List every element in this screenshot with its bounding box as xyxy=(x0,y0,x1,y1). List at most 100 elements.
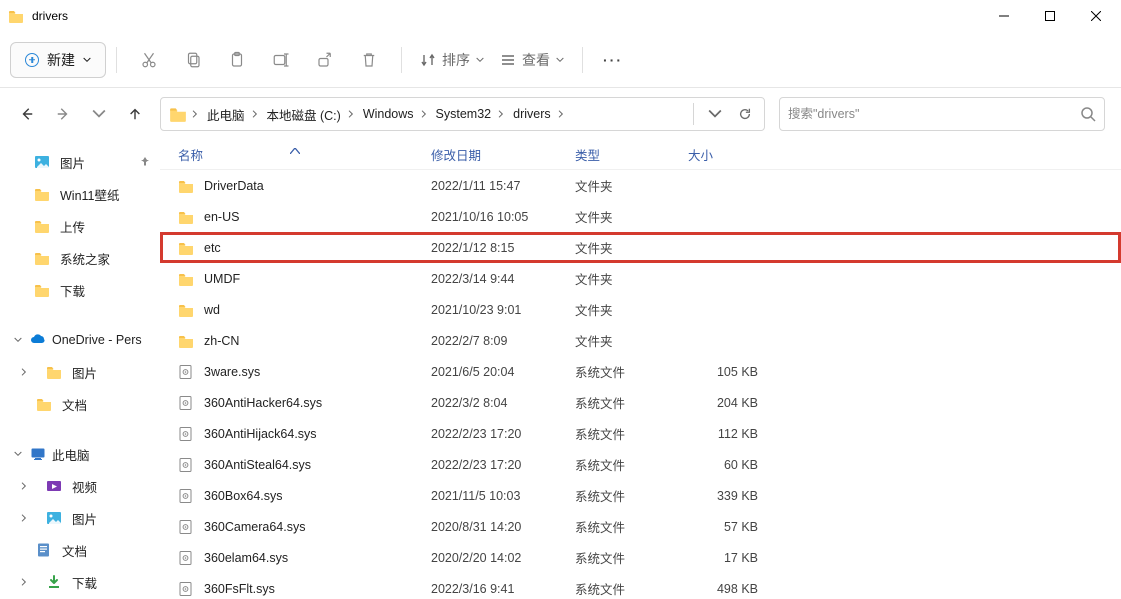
file-row[interactable]: 360Box64.sys2021/11/5 10:03系统文件339 KB xyxy=(160,480,1121,511)
sidebar-item[interactable]: 图片 xyxy=(4,356,156,388)
cut-button[interactable] xyxy=(127,40,171,80)
maximize-button[interactable] xyxy=(1027,0,1073,32)
file-date: 2022/3/2 8:04 xyxy=(431,396,575,410)
search-input[interactable] xyxy=(788,107,1080,121)
folder-icon xyxy=(178,302,194,318)
sidebar-item[interactable]: 图片 xyxy=(4,146,156,178)
file-row[interactable]: 360AntiSteal64.sys2022/2/23 17:20系统文件60 … xyxy=(160,449,1121,480)
file-type: 系统文件 xyxy=(575,579,688,598)
file-row[interactable]: 360elam64.sys2020/2/20 14:02系统文件17 KB xyxy=(160,542,1121,573)
folder-icon xyxy=(178,271,194,287)
file-date: 2022/3/14 9:44 xyxy=(431,272,575,286)
column-header-size[interactable]: 大小 xyxy=(688,145,798,164)
column-header-name[interactable]: 名称 xyxy=(178,145,431,164)
sidebar-item[interactable]: 下载 xyxy=(4,566,156,598)
more-button[interactable]: ··· xyxy=(593,52,633,68)
address-bar[interactable]: 此电脑本地磁盘 (C:)WindowsSystem32drivers xyxy=(160,97,765,131)
minimize-button[interactable] xyxy=(981,0,1027,32)
sysfile-icon xyxy=(178,519,194,535)
paste-button[interactable] xyxy=(215,40,259,80)
folder-icon xyxy=(34,186,50,202)
file-row[interactable]: zh-CN2022/2/7 8:09文件夹 xyxy=(160,325,1121,356)
sidebar-item[interactable]: 系统之家 xyxy=(4,242,156,274)
up-button[interactable] xyxy=(124,103,146,125)
file-type: 文件夹 xyxy=(575,238,688,257)
sidebar-onedrive[interactable]: OneDrive - Pers xyxy=(4,324,156,356)
sidebar-item[interactable]: 文档 xyxy=(4,534,156,566)
back-button[interactable] xyxy=(16,103,38,125)
folder-icon xyxy=(36,396,52,412)
file-row[interactable]: DriverData2022/1/11 15:47文件夹 xyxy=(160,170,1121,201)
chevron-right-icon xyxy=(18,576,30,588)
video-icon xyxy=(46,478,62,494)
column-header-date[interactable]: 修改日期 xyxy=(431,145,575,164)
file-date: 2020/2/20 14:02 xyxy=(431,551,575,565)
breadcrumb-item[interactable]: drivers xyxy=(509,107,569,121)
chevron-down-icon xyxy=(12,448,24,460)
history-dropdown[interactable] xyxy=(88,103,110,125)
sidebar-item[interactable]: 文档 xyxy=(4,388,156,420)
file-size: 204 KB xyxy=(688,396,798,410)
file-name: DriverData xyxy=(204,179,264,193)
file-date: 2021/10/23 9:01 xyxy=(431,303,575,317)
forward-button[interactable] xyxy=(52,103,74,125)
file-name: etc xyxy=(204,241,221,255)
folder-icon xyxy=(178,333,194,349)
file-name: 360FsFlt.sys xyxy=(204,582,275,596)
sidebar-item[interactable]: 视频 xyxy=(4,470,156,502)
file-row[interactable]: 3ware.sys2021/6/5 20:04系统文件105 KB xyxy=(160,356,1121,387)
file-row[interactable]: 360Camera64.sys2020/8/31 14:20系统文件57 KB xyxy=(160,511,1121,542)
file-row[interactable]: 360AntiHijack64.sys2022/2/23 17:20系统文件11… xyxy=(160,418,1121,449)
file-type: 系统文件 xyxy=(575,486,688,505)
folder-icon xyxy=(169,105,187,123)
view-dropdown[interactable]: 查看 xyxy=(492,40,572,80)
chevron-down-icon xyxy=(556,52,564,68)
file-list: 名称 修改日期 类型 大小 DriverData 2022/1/11 15:47 文… xyxy=(160,140,1121,599)
address-dropdown[interactable] xyxy=(702,101,728,127)
file-size: 57 KB xyxy=(688,520,798,534)
file-date: 2022/2/7 8:09 xyxy=(431,334,575,348)
file-name: zh-CN xyxy=(204,334,239,348)
download-icon xyxy=(46,574,62,590)
copy-button[interactable] xyxy=(171,40,215,80)
navigation-pane[interactable]: 图片Win11壁纸上传系统之家下载 OneDrive - Pers 图片文档 此… xyxy=(0,140,160,599)
file-name: wd xyxy=(204,303,220,317)
sort-dropdown[interactable]: 排序 xyxy=(412,40,492,80)
file-row[interactable]: etc2022/1/12 8:15文件夹 xyxy=(160,232,1121,263)
file-row[interactable]: 360AntiHacker64.sys2022/3/2 8:04系统文件204 … xyxy=(160,387,1121,418)
delete-button[interactable] xyxy=(347,40,391,80)
file-row[interactable]: UMDF2022/3/14 9:44文件夹 xyxy=(160,263,1121,294)
file-date: 2022/1/11 15:47 xyxy=(431,179,575,193)
file-name: en-US xyxy=(204,210,239,224)
share-button[interactable] xyxy=(303,40,347,80)
breadcrumb-item[interactable]: 此电脑 xyxy=(203,105,263,124)
file-name: 360AntiSteal64.sys xyxy=(204,458,311,472)
sysfile-icon xyxy=(178,364,194,380)
refresh-button[interactable] xyxy=(732,101,758,127)
rename-button[interactable] xyxy=(259,40,303,80)
close-button[interactable] xyxy=(1073,0,1119,32)
sidebar-item[interactable]: Win11壁纸 xyxy=(4,178,156,210)
file-name: 360Camera64.sys xyxy=(204,520,305,534)
chevron-right-icon xyxy=(497,110,505,118)
file-row[interactable]: wd2021/10/23 9:01文件夹 xyxy=(160,294,1121,325)
thispc-icon xyxy=(30,446,46,462)
sysfile-icon xyxy=(178,488,194,504)
new-button[interactable]: 新建 xyxy=(10,42,106,78)
breadcrumb-item[interactable]: Windows xyxy=(359,107,432,121)
column-header-type[interactable]: 类型 xyxy=(575,145,688,164)
sidebar-thispc[interactable]: 此电脑 xyxy=(4,438,156,470)
file-date: 2022/3/16 9:41 xyxy=(431,582,575,596)
sidebar-item[interactable]: 上传 xyxy=(4,210,156,242)
sort-asc-icon xyxy=(290,148,300,154)
window-folder-icon xyxy=(8,8,24,24)
breadcrumb-item[interactable]: 本地磁盘 (C:) xyxy=(263,105,359,124)
breadcrumb-item[interactable]: System32 xyxy=(432,107,510,121)
sidebar-item[interactable]: 下载 xyxy=(4,274,156,306)
search-box[interactable] xyxy=(779,97,1105,131)
chevron-down-icon xyxy=(476,52,484,68)
file-row[interactable]: en-US2021/10/16 10:05文件夹 xyxy=(160,201,1121,232)
file-row[interactable]: 360FsFlt.sys2022/3/16 9:41系统文件498 KB xyxy=(160,573,1121,599)
address-row: 此电脑本地磁盘 (C:)WindowsSystem32drivers xyxy=(0,88,1121,140)
sidebar-item[interactable]: 图片 xyxy=(4,502,156,534)
